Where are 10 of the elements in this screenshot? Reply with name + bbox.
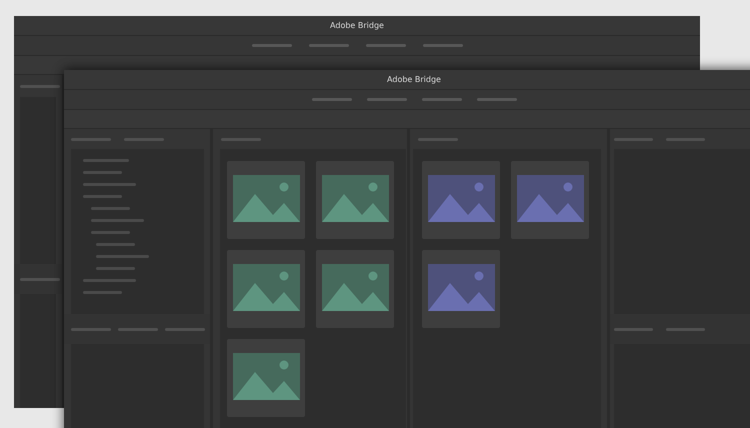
placeholder-bar <box>422 44 462 47</box>
placeholder-bar <box>252 44 292 47</box>
window-title: Adobe Bridge <box>330 20 384 30</box>
placeholder-bar <box>476 98 516 101</box>
placeholder-bar <box>422 98 462 101</box>
window-title: Adobe Bridge <box>387 74 441 84</box>
placeholder-bar <box>312 98 352 101</box>
placeholder-bar <box>366 44 406 47</box>
placeholder-bar <box>366 98 406 101</box>
placeholder-bar <box>308 44 348 47</box>
